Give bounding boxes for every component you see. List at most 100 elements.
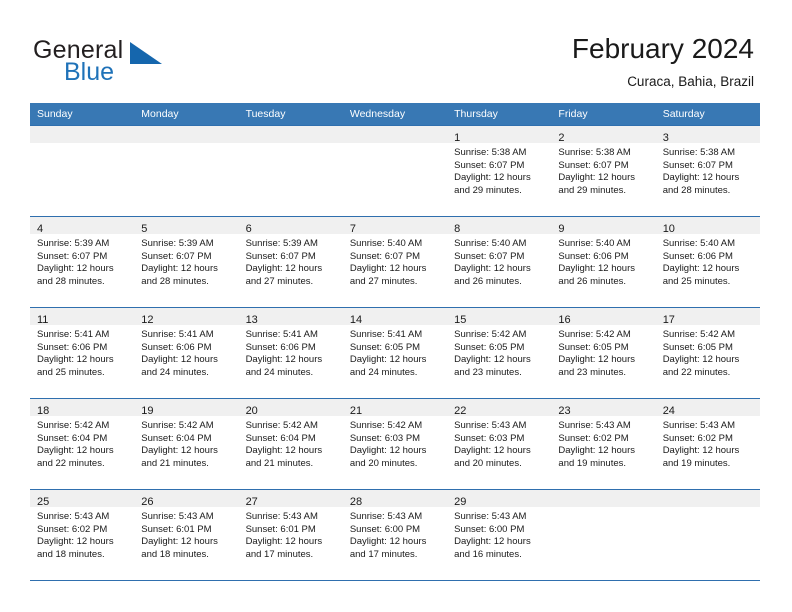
day-detail-line: Sunset: 6:06 PM (662, 250, 733, 262)
calendar-day-cell-empty (655, 489, 760, 581)
day-detail-line: Daylight: 12 hours (558, 263, 635, 275)
day-number: 12 (141, 314, 154, 326)
day-detail-line: Daylight: 12 hours (37, 354, 114, 366)
day-details: Sunrise: 5:40 AM Sunset: 6:07 PM Daylight:… (343, 234, 447, 288)
day-detail-line: and 28 minutes. (37, 275, 105, 287)
day-details: Sunrise: 5:39 AM Sunset: 6:07 PM Daylight:… (134, 234, 238, 288)
calendar-day-cell[interactable]: 21 Sunrise: 5:42 AM Sunset: 6:03 PM Dayligh… (342, 398, 448, 490)
calendar-body: 1 Sunrise: 5:38 AM Sunset: 6:07 PM Daylight… (30, 125, 760, 581)
calendar-day-cell[interactable]: 18 Sunrise: 5:42 AM Sunset: 6:04 PM Dayligh… (30, 398, 135, 490)
day-detail-line: and 20 minutes. (454, 457, 522, 469)
calendar-day-cell[interactable]: 20 Sunrise: 5:42 AM Sunset: 6:04 PM Dayligh… (238, 398, 343, 490)
day-number: 8 (454, 223, 461, 235)
day-detail-line: Sunset: 6:02 PM (558, 432, 629, 444)
calendar-day-cell[interactable]: 10 Sunrise: 5:40 AM Sunset: 6:06 PM Dayligh… (655, 216, 760, 308)
day-details (239, 143, 343, 147)
calendar-day-cell[interactable]: 5 Sunrise: 5:39 AM Sunset: 6:07 PM Daylight… (134, 216, 239, 308)
day-number: 5 (141, 223, 148, 235)
day-number-band: 12 (134, 308, 239, 326)
day-details: Sunrise: 5:42 AM Sunset: 6:05 PM Daylight:… (551, 325, 655, 379)
day-detail-line: Sunset: 6:04 PM (37, 432, 108, 444)
calendar-day-cell[interactable]: 9 Sunrise: 5:40 AM Sunset: 6:06 PM Daylight… (551, 216, 656, 308)
day-detail-line: Daylight: 12 hours (662, 354, 740, 366)
day-details: Sunrise: 5:43 AM Sunset: 6:01 PM Daylight:… (239, 507, 343, 561)
calendar-day-cell[interactable]: 14 Sunrise: 5:41 AM Sunset: 6:05 PM Dayligh… (342, 307, 448, 399)
day-number-band: 20 (238, 399, 343, 417)
calendar-day-cell[interactable]: 11 Sunrise: 5:41 AM Sunset: 6:06 PM Dayligh… (30, 307, 135, 399)
day-number-band (134, 126, 239, 143)
day-detail-line: Sunset: 6:05 PM (662, 341, 733, 353)
day-detail-line: and 25 minutes. (37, 366, 105, 378)
calendar-day-cell[interactable]: 2 Sunrise: 5:38 AM Sunset: 6:07 PM Daylight… (551, 125, 656, 217)
day-details (30, 143, 134, 147)
day-details: Sunrise: 5:41 AM Sunset: 6:06 PM Daylight:… (30, 325, 134, 379)
day-detail-line: Sunset: 6:07 PM (141, 250, 212, 262)
day-number: 27 (245, 496, 258, 508)
calendar-day-cell[interactable]: 13 Sunrise: 5:41 AM Sunset: 6:06 PM Dayligh… (238, 307, 343, 399)
day-detail-line: Daylight: 12 hours (37, 536, 114, 548)
calendar-day-cell[interactable]: 19 Sunrise: 5:42 AM Sunset: 6:04 PM Dayligh… (134, 398, 239, 490)
day-number: 28 (349, 496, 363, 508)
day-details: Sunrise: 5:43 AM Sunset: 6:02 PM Daylight:… (656, 416, 760, 470)
calendar-day-cell[interactable]: 3 Sunrise: 5:38 AM Sunset: 6:07 PM Daylight… (655, 125, 760, 217)
day-number: 6 (245, 223, 252, 235)
day-detail-line: and 23 minutes. (454, 366, 522, 378)
day-detail-line: Sunrise: 5:38 AM (558, 147, 631, 158)
triangle-flag-icon (130, 42, 162, 64)
day-detail-line: Daylight: 12 hours (558, 445, 635, 457)
day-number: 7 (349, 223, 356, 235)
day-detail-line: Sunrise: 5:43 AM (454, 420, 527, 431)
calendar-day-cell[interactable]: 7 Sunrise: 5:40 AM Sunset: 6:07 PM Daylight… (342, 216, 448, 308)
calendar-day-cell[interactable]: 8 Sunrise: 5:40 AM Sunset: 6:07 PM Daylight… (447, 216, 552, 308)
calendar-day-cell[interactable]: 28 Sunrise: 5:43 AM Sunset: 6:00 PM Dayligh… (342, 489, 448, 581)
day-details: Sunrise: 5:42 AM Sunset: 6:05 PM Daylight:… (447, 325, 551, 379)
day-number: 3 (662, 132, 669, 144)
day-number: 29 (454, 496, 467, 508)
calendar-day-cell[interactable]: 1 Sunrise: 5:38 AM Sunset: 6:07 PM Daylight… (447, 125, 552, 217)
calendar-day-cell[interactable]: 27 Sunrise: 5:43 AM Sunset: 6:01 PM Dayligh… (238, 489, 343, 581)
calendar-day-cell[interactable]: 24 Sunrise: 5:43 AM Sunset: 6:02 PM Dayligh… (655, 398, 760, 490)
calendar-day-cell[interactable]: 23 Sunrise: 5:43 AM Sunset: 6:02 PM Dayligh… (551, 398, 656, 490)
day-detail-line: Sunset: 6:06 PM (558, 250, 629, 262)
day-number-band: 8 (447, 217, 552, 235)
calendar-day-cell[interactable]: 16 Sunrise: 5:42 AM Sunset: 6:05 PM Dayligh… (551, 307, 656, 399)
calendar-day-cell[interactable]: 17 Sunrise: 5:42 AM Sunset: 6:05 PM Dayligh… (655, 307, 760, 399)
brand-logo[interactable]: General Blue (33, 36, 243, 88)
calendar-day-cell[interactable]: 4 Sunrise: 5:39 AM Sunset: 6:07 PM Daylight… (30, 216, 135, 308)
calendar-day-cell[interactable]: 15 Sunrise: 5:42 AM Sunset: 6:05 PM Dayligh… (447, 307, 552, 399)
day-detail-line: and 28 minutes. (141, 275, 209, 287)
day-details: Sunrise: 5:38 AM Sunset: 6:07 PM Daylight:… (447, 143, 551, 197)
calendar-day-cell[interactable]: 26 Sunrise: 5:43 AM Sunset: 6:01 PM Dayligh… (134, 489, 239, 581)
day-detail-line: and 21 minutes. (141, 457, 209, 469)
calendar-day-cell[interactable]: 22 Sunrise: 5:43 AM Sunset: 6:03 PM Dayligh… (447, 398, 552, 490)
calendar-day-cell[interactable]: 29 Sunrise: 5:43 AM Sunset: 6:00 PM Dayligh… (447, 489, 552, 581)
day-number: 2 (558, 132, 565, 144)
day-number: 17 (662, 314, 675, 326)
day-detail-line: Sunrise: 5:39 AM (141, 238, 214, 249)
day-number: 19 (141, 405, 154, 417)
day-details (343, 143, 447, 147)
day-number: 24 (662, 405, 675, 417)
weekday-header-friday: Friday (551, 103, 656, 126)
day-detail-line: Daylight: 12 hours (454, 263, 531, 275)
day-details (134, 143, 238, 147)
day-number: 10 (662, 223, 675, 235)
day-detail-line: Sunset: 6:00 PM (349, 523, 421, 535)
calendar-header-row: Sunday Monday Tuesday Wednesday Thursday Frid… (30, 103, 760, 126)
day-detail-line: Daylight: 12 hours (141, 445, 218, 457)
day-detail-line: Sunset: 6:00 PM (454, 523, 525, 535)
calendar-day-cell[interactable]: 25 Sunrise: 5:43 AM Sunset: 6:02 PM Dayligh… (30, 489, 135, 581)
calendar-day-cell[interactable]: 6 Sunrise: 5:39 AM Sunset: 6:07 PM Daylight… (238, 216, 343, 308)
day-number: 18 (37, 405, 50, 417)
calendar-day-cell[interactable]: 12 Sunrise: 5:41 AM Sunset: 6:06 PM Dayligh… (134, 307, 239, 399)
day-details: Sunrise: 5:39 AM Sunset: 6:07 PM Daylight:… (239, 234, 343, 288)
day-detail-line: Sunrise: 5:43 AM (662, 420, 736, 431)
day-detail-line: Sunset: 6:06 PM (245, 341, 316, 353)
calendar-day-cell-empty (134, 125, 239, 217)
weekday-header-monday: Monday (134, 103, 239, 126)
day-number: 15 (454, 314, 467, 326)
day-details: Sunrise: 5:43 AM Sunset: 6:00 PM Daylight:… (343, 507, 447, 561)
day-detail-line: Sunset: 6:05 PM (454, 341, 525, 353)
day-detail-line: and 18 minutes. (141, 548, 209, 560)
day-detail-line: Daylight: 12 hours (245, 354, 323, 366)
